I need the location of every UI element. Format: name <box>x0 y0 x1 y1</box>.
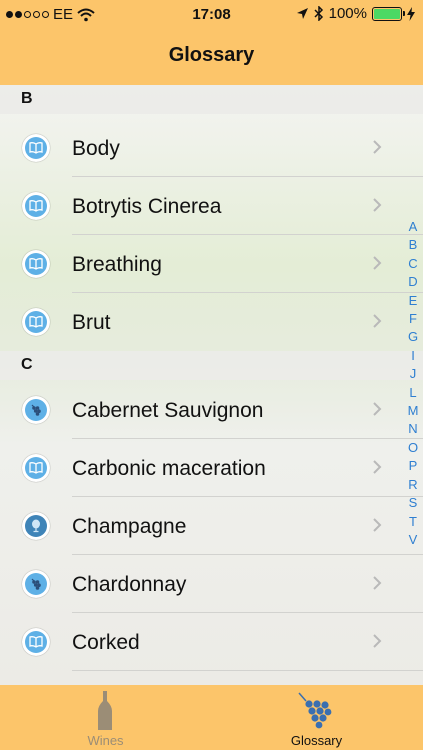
index-letter[interactable]: C <box>408 255 417 273</box>
grapes-icon <box>22 396 50 424</box>
index-letter[interactable]: J <box>410 365 417 383</box>
item-label: Botrytis Cinerea <box>72 195 222 218</box>
list-item[interactable]: Breathing <box>0 235 423 293</box>
list-item[interactable]: Cabernet Sauvignon <box>0 381 423 439</box>
chevron-right-icon <box>373 256 382 270</box>
index-letter[interactable]: R <box>408 476 417 494</box>
section-header: B <box>0 85 423 114</box>
list-item[interactable]: Chardonnay <box>0 555 423 613</box>
index-letter[interactable]: N <box>408 420 417 438</box>
index-letter[interactable]: M <box>408 402 419 420</box>
index-letter[interactable]: F <box>409 310 417 328</box>
section-index[interactable]: A B C D E F G I J L M N O P R S T V <box>403 218 423 549</box>
index-letter[interactable]: I <box>411 347 415 365</box>
chevron-right-icon <box>373 460 382 474</box>
item-label: Carbonic maceration <box>72 457 266 480</box>
item-label: Breathing <box>72 253 162 276</box>
wine-bottle-icon <box>98 691 112 730</box>
list-item[interactable]: Body <box>0 119 423 177</box>
grapes-icon <box>298 692 332 729</box>
list-item[interactable]: Botrytis Cinerea <box>0 177 423 235</box>
book-icon <box>22 454 50 482</box>
item-label: Cabernet Sauvignon <box>72 399 264 422</box>
charging-bolt-icon <box>407 6 415 21</box>
glossary-list[interactable]: B Body Botrytis Cinerea Breathing Brut C <box>0 85 423 685</box>
item-label: Body <box>72 137 120 160</box>
index-letter[interactable]: D <box>408 273 417 291</box>
page-title: Glossary <box>168 44 255 66</box>
status-bar: EE 17:08 100% <box>0 0 423 28</box>
tab-wines[interactable]: Wines <box>0 685 211 750</box>
index-letter[interactable]: E <box>409 292 418 310</box>
item-label: Brut <box>72 311 111 334</box>
wine-glass-icon <box>22 512 50 540</box>
index-letter[interactable]: T <box>409 513 417 531</box>
index-letter[interactable]: V <box>409 531 418 549</box>
battery-percentage: 100% <box>328 5 367 22</box>
item-label: Chardonnay <box>72 573 187 596</box>
book-icon <box>22 134 50 162</box>
bluetooth-icon <box>314 6 323 21</box>
chevron-right-icon <box>373 198 382 212</box>
index-letter[interactable]: B <box>409 236 418 254</box>
chevron-right-icon <box>373 576 382 590</box>
chevron-right-icon <box>373 518 382 532</box>
index-letter[interactable]: P <box>409 457 418 475</box>
index-letter[interactable]: A <box>409 218 418 236</box>
tab-glossary[interactable]: Glossary <box>211 685 422 750</box>
section-header: C <box>0 351 423 380</box>
row-divider <box>72 670 423 671</box>
tab-label: Glossary <box>290 733 343 748</box>
navigation-bar: EE 17:08 100% Glossary <box>0 0 423 85</box>
list-item[interactable]: Champagne <box>0 497 423 555</box>
book-icon <box>22 628 50 656</box>
list-item[interactable]: Carbonic maceration <box>0 439 423 497</box>
chevron-right-icon <box>373 402 382 416</box>
chevron-right-icon <box>373 140 382 154</box>
item-label: Champagne <box>72 515 187 538</box>
book-icon <box>22 308 50 336</box>
index-letter[interactable]: O <box>408 439 418 457</box>
list-item[interactable]: Corked <box>0 613 423 671</box>
book-icon <box>22 192 50 220</box>
tab-label: Wines <box>87 733 124 748</box>
list-item[interactable]: Brut <box>0 293 423 351</box>
chevron-right-icon <box>373 314 382 328</box>
location-arrow-icon <box>296 8 308 19</box>
item-label: Corked <box>72 631 140 654</box>
index-letter[interactable]: S <box>409 494 418 512</box>
index-letter[interactable]: G <box>408 328 418 346</box>
battery-icon <box>372 6 405 21</box>
grapes-icon <box>22 570 50 598</box>
chevron-right-icon <box>373 634 382 648</box>
index-letter[interactable]: L <box>409 384 416 402</box>
book-icon <box>22 250 50 278</box>
tab-bar: Wines Glossary <box>0 685 423 750</box>
